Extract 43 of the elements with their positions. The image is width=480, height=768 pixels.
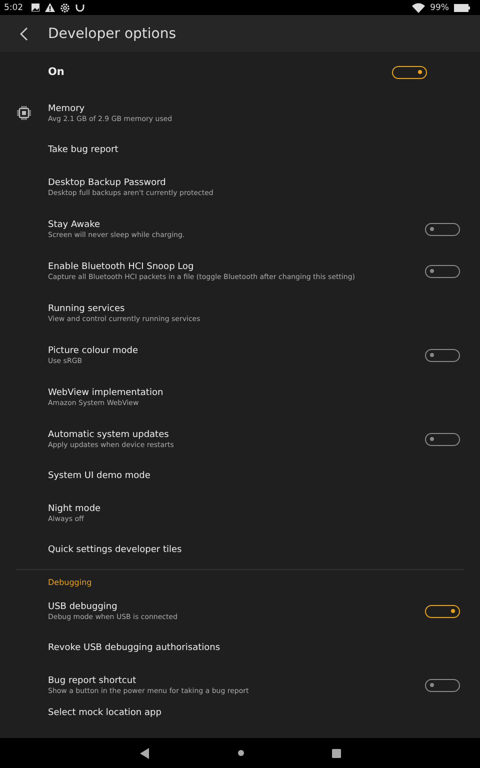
image-icon — [31, 3, 40, 12]
master-switch-label: On — [48, 66, 66, 78]
setting-title: Desktop Backup Password — [48, 178, 167, 188]
toggle-switch[interactable] — [425, 678, 460, 692]
home-icon[interactable] — [238, 750, 244, 756]
setting-row[interactable]: System UI demo mode — [0, 460, 480, 492]
setting-title: Bug report shortcut — [48, 676, 138, 686]
wifi-icon — [412, 2, 426, 12]
toggle-switch[interactable] — [425, 432, 460, 446]
setting-title: Memory — [48, 104, 86, 114]
page-title: Developer options — [48, 26, 176, 42]
chip-icon — [16, 105, 32, 121]
toggle-switch[interactable] — [425, 348, 460, 362]
setting-title: Enable Bluetooth HCI Snoop Log — [48, 262, 195, 272]
battery-icon — [454, 4, 470, 12]
setting-title: Take bug report — [48, 145, 120, 155]
setting-title: Select mock location app — [48, 708, 162, 718]
setting-title: Quick settings developer tiles — [48, 545, 183, 555]
battery-percent: 99% — [430, 2, 449, 12]
toggle-switch[interactable] — [425, 222, 460, 236]
setting-title: Night mode — [48, 504, 102, 514]
settings-icon — [60, 2, 70, 12]
toggle-switch[interactable] — [425, 264, 460, 278]
setting-row[interactable]: Take bug report — [0, 134, 480, 166]
recents-icon[interactable] — [332, 748, 340, 758]
setting-title: Automatic system updates — [48, 430, 170, 440]
setting-title: Picture colour mode — [48, 346, 140, 356]
back-icon[interactable] — [19, 26, 29, 40]
setting-title: System UI demo mode — [48, 471, 152, 481]
section-header: Debugging — [47, 577, 93, 589]
setting-row[interactable]: Select mock location app — [0, 706, 480, 722]
master-toggle[interactable] — [392, 66, 427, 78]
toggle-switch[interactable] — [425, 604, 460, 618]
clock: 5:02 — [4, 2, 24, 12]
warning-icon — [45, 3, 56, 12]
setting-title: Stay Awake — [48, 220, 102, 230]
setting-row[interactable]: Revoke USB debugging authorisations — [0, 632, 480, 664]
setting-title: Revoke USB debugging authorisations — [48, 643, 222, 653]
setting-row[interactable]: Quick settings developer tiles — [0, 534, 480, 566]
back-triangle-icon[interactable] — [140, 748, 150, 758]
setting-title: Running services — [48, 304, 126, 314]
setting-title: USB debugging — [48, 602, 118, 612]
setting-title: WebView implementation — [48, 388, 164, 398]
